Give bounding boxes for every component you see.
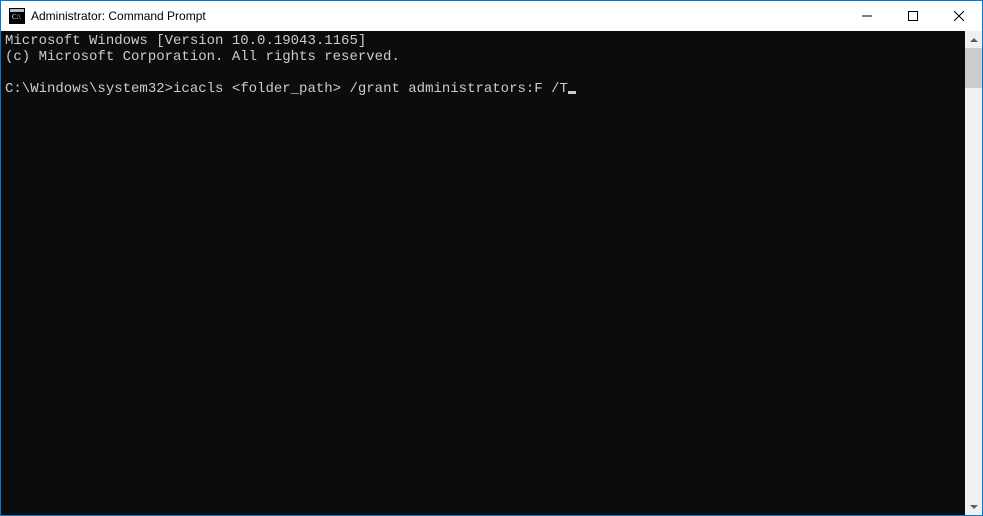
minimize-button[interactable] [844, 1, 890, 31]
vertical-scrollbar[interactable] [965, 31, 982, 515]
window-title: Administrator: Command Prompt [31, 9, 206, 23]
svg-text:C:\: C:\ [12, 13, 21, 21]
scroll-thumb[interactable] [965, 48, 982, 88]
titlebar-left: C:\ Administrator: Command Prompt [1, 8, 206, 24]
cmd-icon: C:\ [9, 8, 25, 24]
command-prompt-window: C:\ Administrator: Command Prompt Micros… [0, 0, 983, 516]
window-controls [844, 1, 982, 31]
maximize-button[interactable] [890, 1, 936, 31]
close-button[interactable] [936, 1, 982, 31]
terminal-output[interactable]: Microsoft Windows [Version 10.0.19043.11… [1, 31, 965, 515]
titlebar[interactable]: C:\ Administrator: Command Prompt [1, 1, 982, 31]
scroll-down-arrow[interactable] [965, 498, 982, 515]
prompt: C:\Windows\system32> [5, 81, 173, 97]
scroll-track[interactable] [965, 48, 982, 498]
copyright-line: (c) Microsoft Corporation. All rights re… [5, 49, 400, 65]
command-input[interactable]: icacls <folder_path> /grant administrato… [173, 81, 568, 97]
cursor [568, 91, 576, 94]
scroll-up-arrow[interactable] [965, 31, 982, 48]
version-line: Microsoft Windows [Version 10.0.19043.11… [5, 33, 366, 49]
content-area: Microsoft Windows [Version 10.0.19043.11… [1, 31, 982, 515]
